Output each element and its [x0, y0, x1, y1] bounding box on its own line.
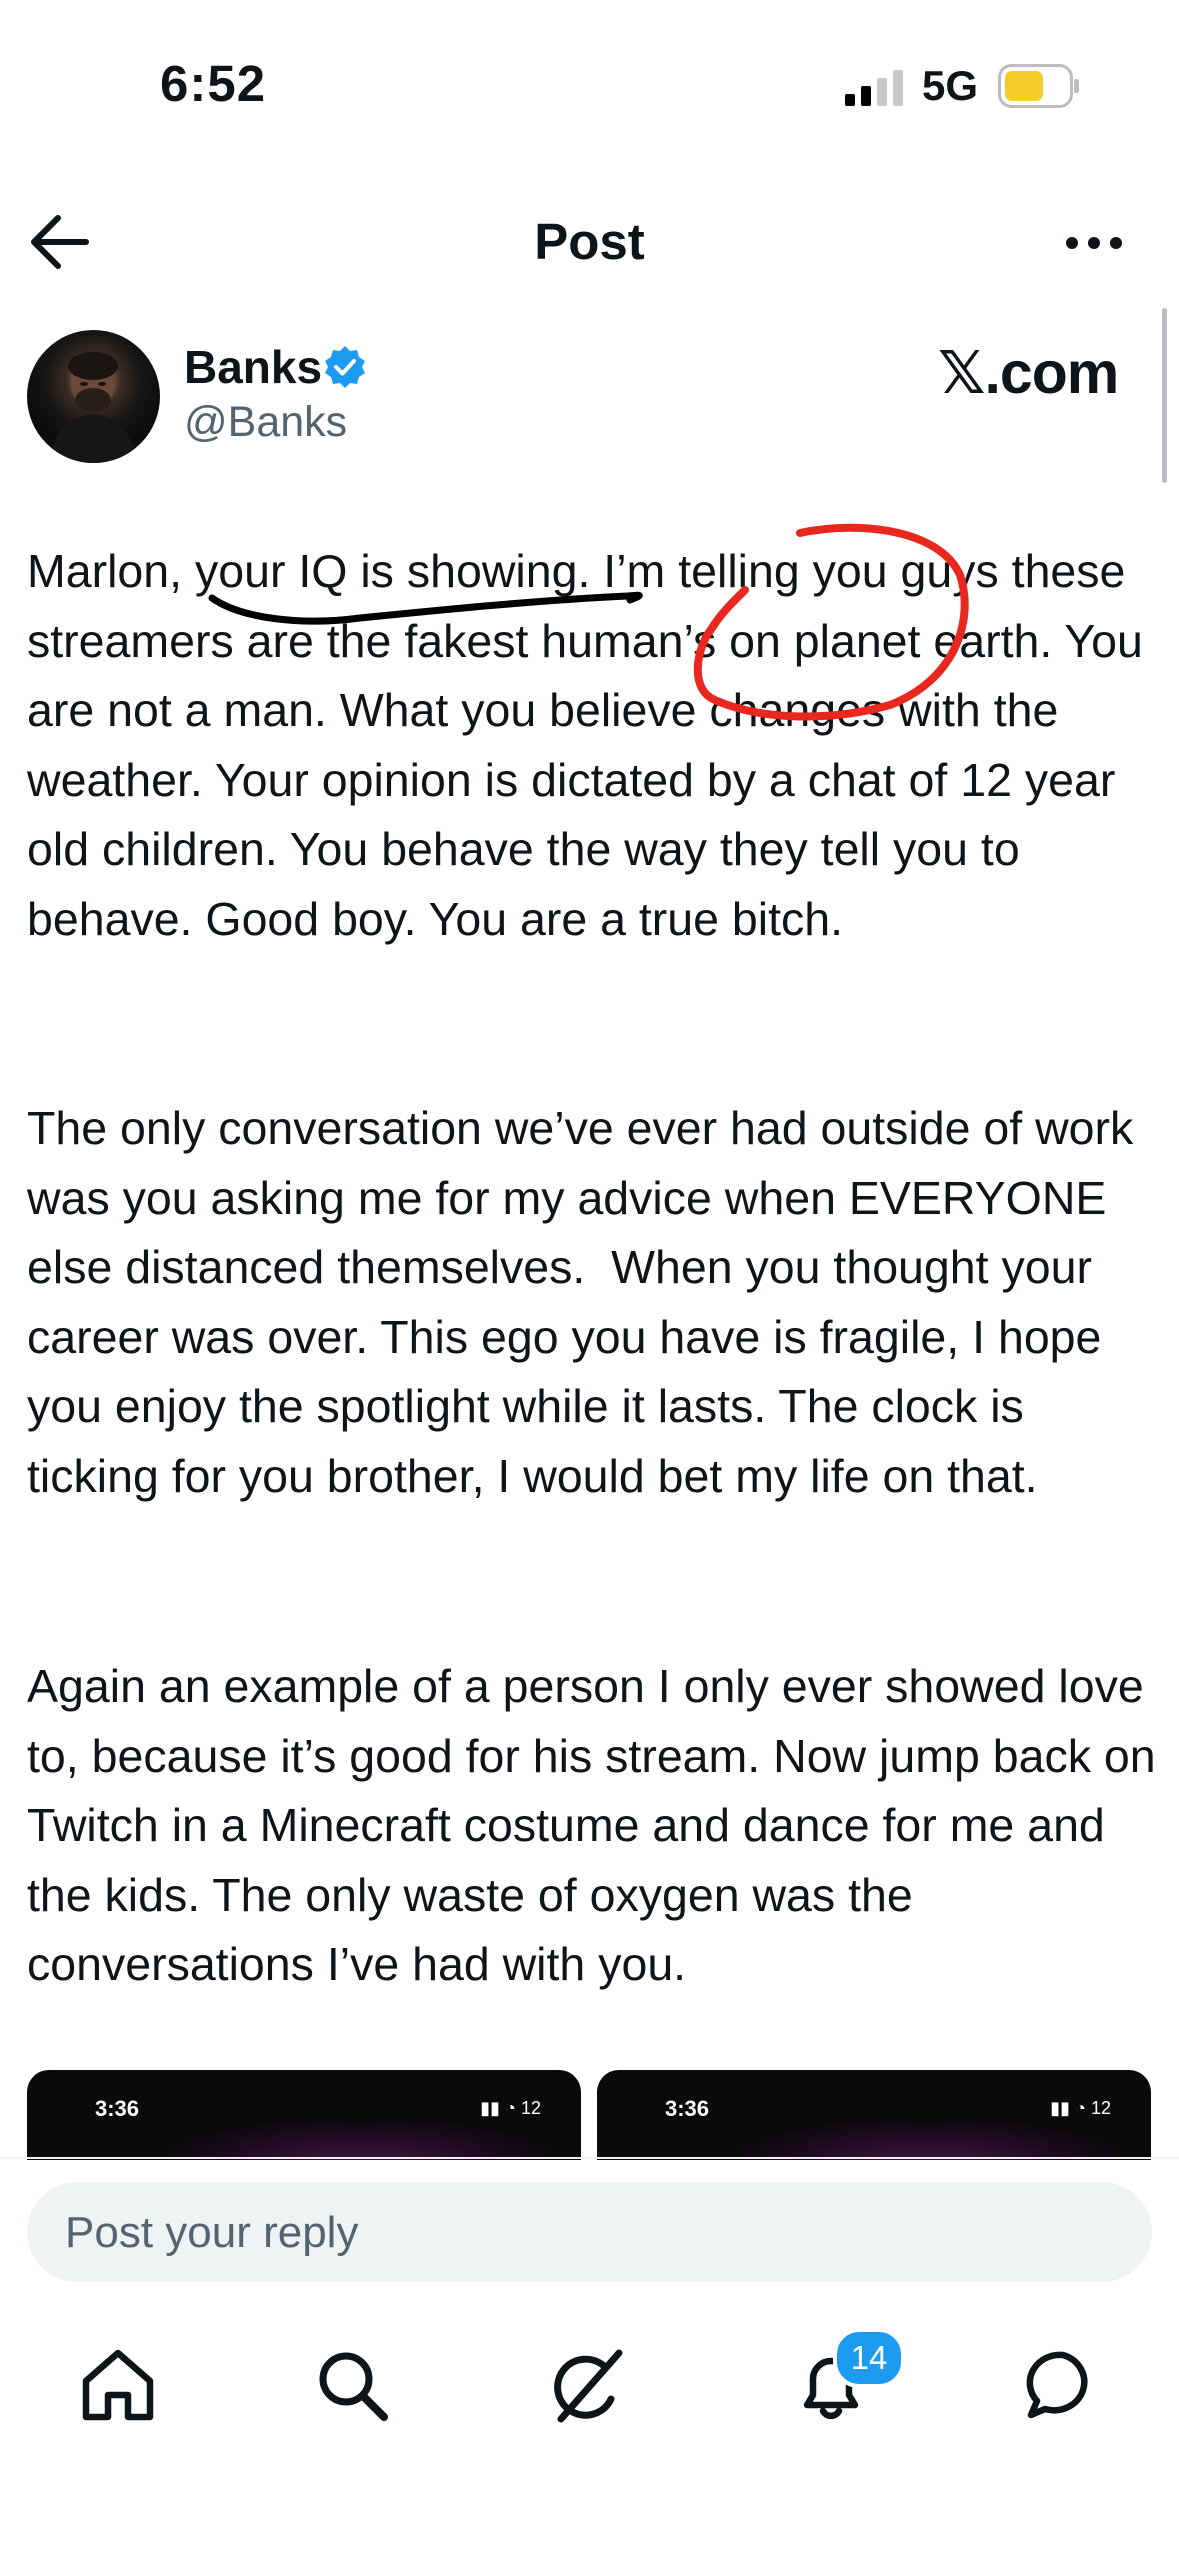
network-type: 5G: [922, 62, 979, 109]
thumbnail-time: 3:36: [665, 2096, 710, 2121]
status-time: 6:52: [160, 55, 267, 112]
signal-icon: [845, 70, 903, 106]
messages-icon[interactable]: [1023, 2345, 1103, 2425]
media-thumbnail[interactable]: 3:36 ▮▮ ◔ 12: [27, 2070, 581, 2160]
post-paragraph: Again an example of a person I only ever…: [27, 1660, 1168, 1991]
thumbnail-battery: 12: [1090, 2098, 1111, 2118]
battery-icon: [998, 64, 1079, 108]
divider: [0, 2157, 1179, 2159]
avatar-portrait: [47, 352, 139, 463]
thumbnail-time: 3:36: [95, 2096, 140, 2121]
thumbnail-status-icons: ▮▮ ◔ 12: [480, 2098, 541, 2118]
search-icon[interactable]: [312, 2345, 392, 2425]
thumbnail-battery: 12: [520, 2098, 541, 2118]
post-paragraph: Marlon, your IQ is showing. I’m telling …: [27, 545, 1156, 945]
reply-box[interactable]: [27, 2182, 1152, 2284]
page-title: Post: [534, 213, 645, 270]
verified-badge-icon: [325, 346, 365, 388]
author-name[interactable]: Banks: [184, 340, 322, 394]
notification-badge: 14: [833, 2328, 905, 2388]
media-thumbnail[interactable]: 3:36 ▮▮ ◔ 12: [597, 2070, 1151, 2160]
thumbnail-status-icons: ▮▮ ◔ 12: [1050, 2098, 1111, 2118]
avatar[interactable]: [27, 330, 160, 463]
reply-input[interactable]: [63, 2182, 1107, 2284]
author-handle[interactable]: @Banks: [184, 398, 347, 447]
post-paragraph: The only conversation we’ve ever had out…: [27, 1102, 1147, 1502]
x-watermark: 𝕏.com: [938, 340, 1119, 406]
scrollbar[interactable]: [1162, 308, 1167, 483]
grok-icon[interactable]: [547, 2345, 627, 2425]
home-icon[interactable]: [78, 2345, 158, 2425]
more-options-icon[interactable]: [1064, 234, 1124, 252]
